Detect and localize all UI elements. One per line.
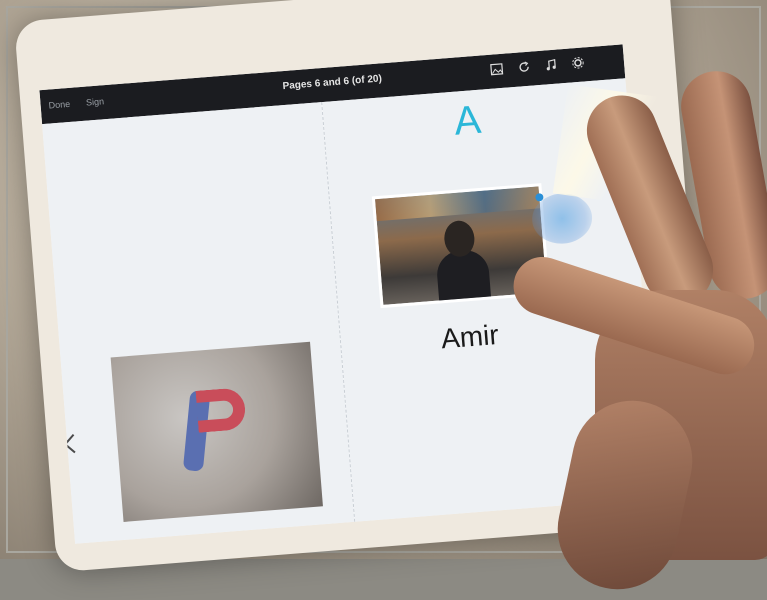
photo-content [435,248,492,305]
settings-icon[interactable] [570,56,584,70]
photo-content [195,387,247,433]
image-icon[interactable] [490,63,504,77]
page-left [42,102,355,544]
letter-p-photo[interactable] [110,341,323,522]
chevron-left-icon[interactable] [61,432,77,461]
page-letter[interactable]: A [452,98,482,145]
name-label[interactable]: Amir [440,319,500,355]
user-hand [505,65,767,600]
